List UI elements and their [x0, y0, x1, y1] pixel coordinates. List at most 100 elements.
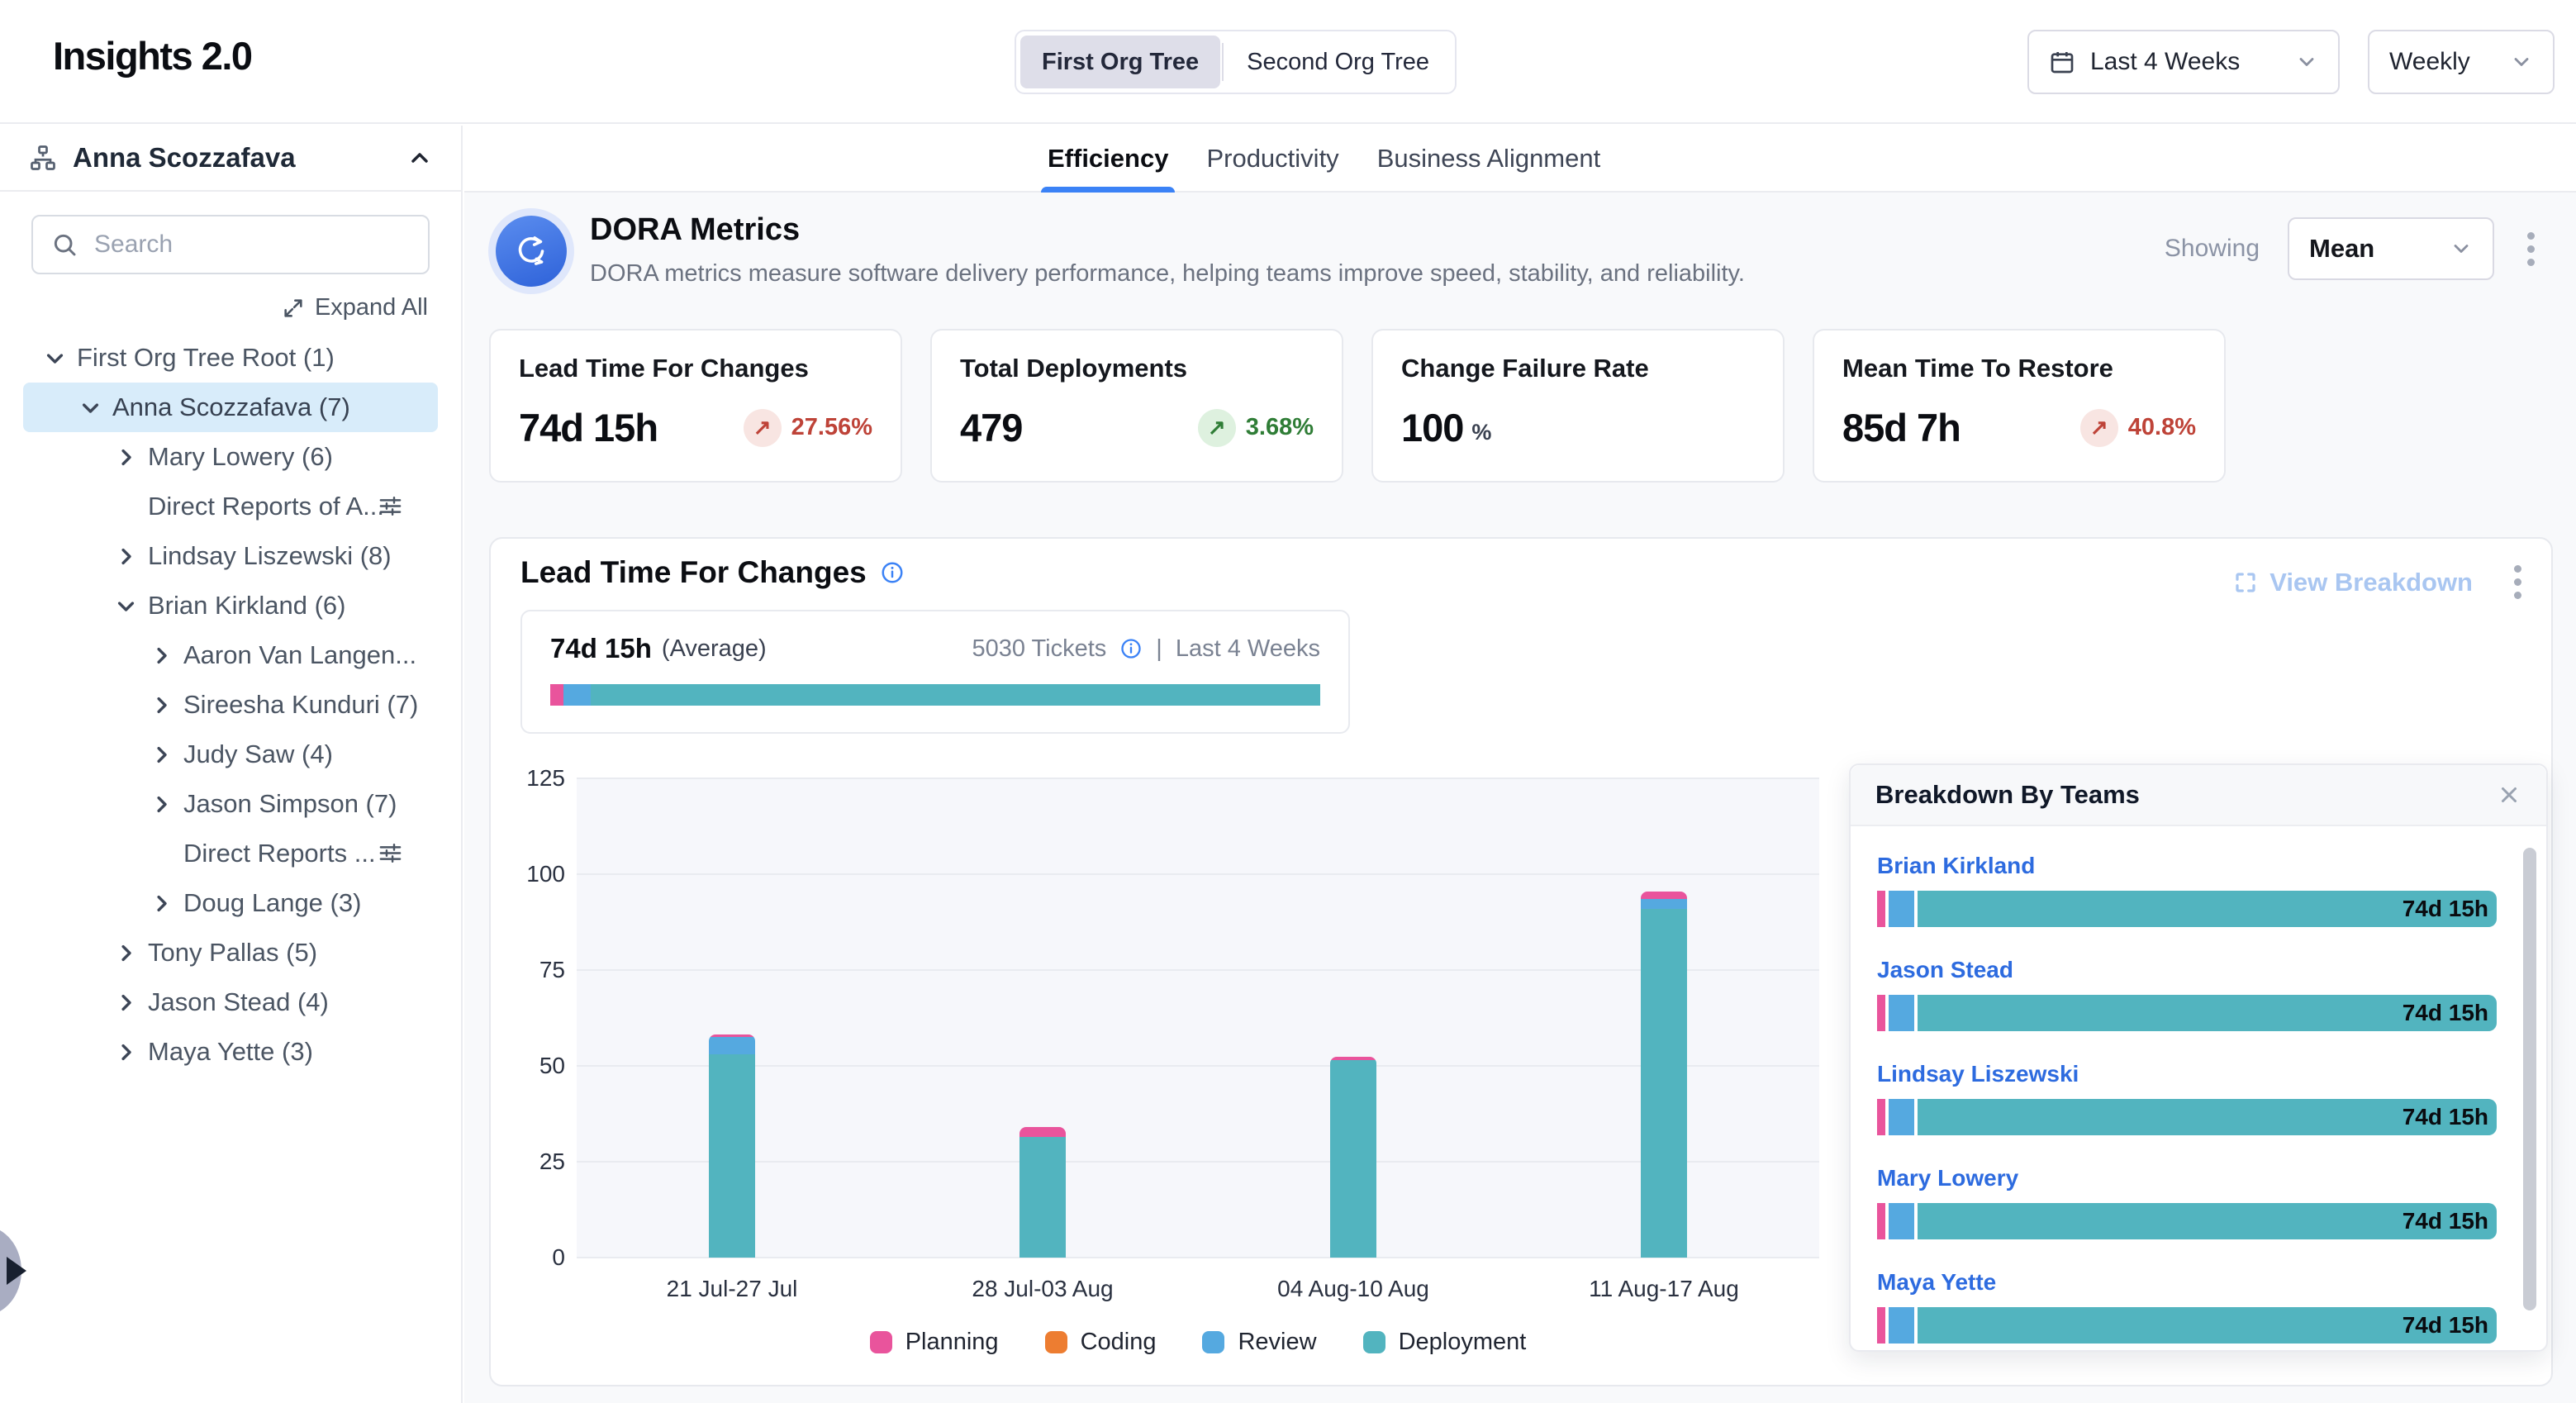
chart-bar-11-aug-17-aug[interactable]	[1641, 892, 1687, 1258]
lead-time-more-menu-button[interactable]	[2509, 560, 2526, 604]
tree-item-maya-yette-3[interactable]: Maya Yette (3)	[0, 1027, 461, 1077]
granularity-select[interactable]: Weekly	[2368, 30, 2555, 94]
breakdown-team-link[interactable]: Mary Lowery	[1877, 1165, 2497, 1191]
tree-item-direct-reports-of-a[interactable]: Direct Reports of A...	[0, 482, 461, 531]
main-tab-bar: Efficiency Productivity Business Alignme…	[464, 126, 2576, 193]
chevron-right-icon[interactable]	[150, 694, 183, 716]
tree-item-doug-lange-3[interactable]: Doug Lange (3)	[0, 878, 461, 928]
tree-item-direct-reports[interactable]: Direct Reports ...	[0, 829, 461, 878]
info-icon[interactable]	[880, 560, 905, 585]
chevron-right-icon[interactable]	[115, 942, 148, 964]
breakdown-row-lindsay-liszewski: Lindsay Liszewski74d 15h	[1877, 1061, 2497, 1135]
y-tick-label: 100	[526, 861, 565, 887]
scrollbar-thumb[interactable]	[2523, 848, 2536, 1310]
y-tick-label: 125	[526, 765, 565, 792]
sidebar-user-name: Anna Scozzafava	[73, 142, 392, 174]
metric-delta-value: 40.8%	[2128, 414, 2196, 441]
metric-card-change-failure-rate: Change Failure Rate100%	[1371, 329, 1785, 483]
chevron-right-icon[interactable]	[115, 545, 148, 568]
dora-cycle-icon	[496, 216, 567, 287]
breakdown-row-jason-stead: Jason Stead 74d 15h	[1877, 957, 2497, 1031]
chevron-right-icon[interactable]	[115, 446, 148, 468]
bar-segment-review	[709, 1037, 755, 1054]
chevron-down-icon[interactable]	[44, 347, 77, 369]
insights-app: Insights 2.0 First Org Tree Second Org T…	[0, 0, 2576, 1403]
tab-productivity[interactable]: Productivity	[1206, 126, 1338, 191]
breakdown-panel-header: Breakdown By Teams	[1851, 765, 2546, 826]
toggle-first-org-tree[interactable]: First Org Tree	[1020, 36, 1220, 88]
granularity-value: Weekly	[2389, 48, 2470, 76]
sidebar-user-row[interactable]: Anna Scozzafava	[0, 126, 461, 192]
legend-label: Deployment	[1399, 1329, 1527, 1356]
close-icon[interactable]	[2497, 782, 2521, 807]
dora-more-menu-button[interactable]	[2522, 227, 2540, 271]
metric-value: 479	[960, 405, 1022, 450]
chart-bar-28-jul-03-aug[interactable]	[1019, 1127, 1066, 1258]
chevron-right-icon[interactable]	[150, 892, 183, 915]
tree-item-label: Sireesha Kunduri (7)	[183, 690, 418, 720]
average-suffix: (Average)	[662, 635, 767, 663]
tree-item-aaron-van-langen[interactable]: Aaron Van Langen...	[0, 630, 461, 680]
aggregation-select[interactable]: Mean	[2288, 217, 2494, 280]
chart-x-axis: 21 Jul-27 Jul28 Jul-03 Aug04 Aug-10 Aug1…	[577, 1276, 1819, 1309]
breakdown-team-link[interactable]: Jason Stead	[1877, 957, 2497, 983]
metric-card-mean-time-to-restore: Mean Time To Restore85d 7h↗40.8%	[1813, 329, 2226, 483]
breakdown-team-link[interactable]: Maya Yette	[1877, 1269, 2497, 1296]
metric-unit: %	[1471, 420, 1491, 445]
tree-item-judy-saw-4[interactable]: Judy Saw (4)	[0, 730, 461, 779]
metric-delta: ↗40.8%	[2080, 409, 2196, 447]
breakdown-by-teams-panel: Breakdown By Teams Brian Kirkland 74d 15h…	[1849, 763, 2548, 1352]
chevron-right-icon[interactable]	[115, 992, 148, 1014]
tree-item-first-org-tree-root-1[interactable]: First Org Tree Root (1)	[0, 333, 461, 383]
metric-value: 74d 15h	[519, 405, 658, 450]
tree-item-label: Aaron Van Langen...	[183, 640, 416, 670]
gridline	[577, 1257, 1819, 1258]
view-breakdown-button[interactable]: View Breakdown	[2233, 568, 2473, 597]
breakdown-bar-segment-planning	[1877, 1307, 1885, 1344]
legend-item-review[interactable]: Review	[1202, 1329, 1316, 1356]
tree-item-sireesha-kunduri-7[interactable]: Sireesha Kunduri (7)	[0, 680, 461, 730]
filter-sliders-icon[interactable]	[378, 493, 403, 519]
chevron-up-icon[interactable]	[406, 145, 433, 171]
tree-item-lindsay-liszewski-8[interactable]: Lindsay Liszewski (8)	[0, 531, 461, 581]
legend-item-deployment[interactable]: Deployment	[1363, 1329, 1527, 1356]
tree-item-tony-pallas-5[interactable]: Tony Pallas (5)	[0, 928, 461, 977]
expand-all-button[interactable]: Expand All	[0, 294, 428, 321]
chart-bar-21-jul-27-jul[interactable]	[709, 1034, 755, 1258]
x-tick-label: 21 Jul-27 Jul	[667, 1276, 798, 1302]
breakdown-stacked-bar: 74d 15h	[1877, 995, 2497, 1031]
tree-item-brian-kirkland-6[interactable]: Brian Kirkland (6)	[0, 581, 461, 630]
average-bar-segment-planning	[550, 684, 563, 706]
chevron-down-icon[interactable]	[115, 595, 148, 617]
search-input[interactable]	[93, 230, 415, 259]
breakdown-team-link[interactable]: Brian Kirkland	[1877, 853, 2497, 879]
chevron-right-icon[interactable]	[150, 744, 183, 766]
chevron-right-icon[interactable]	[150, 793, 183, 816]
info-icon[interactable]	[1119, 637, 1143, 660]
chevron-down-icon[interactable]	[79, 397, 112, 419]
org-chart-icon	[28, 143, 58, 173]
tab-efficiency[interactable]: Efficiency	[1048, 126, 1168, 191]
tree-item-label: First Org Tree Root (1)	[77, 343, 335, 373]
tree-item-anna-scozzafava-7[interactable]: Anna Scozzafava (7)	[23, 383, 438, 432]
tree-item-mary-lowery-6[interactable]: Mary Lowery (6)	[0, 432, 461, 482]
date-range-select[interactable]: Last 4 Weeks	[2027, 30, 2340, 94]
filter-sliders-icon[interactable]	[378, 840, 403, 866]
chevron-right-icon[interactable]	[150, 644, 183, 667]
tree-item-jason-stead-4[interactable]: Jason Stead (4)	[0, 977, 461, 1027]
tab-business-alignment[interactable]: Business Alignment	[1377, 126, 1601, 191]
breakdown-row-maya-yette: Maya Yette74d 15h	[1877, 1269, 2497, 1344]
tree-item-label: Anna Scozzafava (7)	[112, 392, 350, 422]
org-tree: First Org Tree Root (1) Anna Scozzafava (…	[0, 333, 461, 1077]
tree-item-jason-simpson-7[interactable]: Jason Simpson (7)	[0, 779, 461, 829]
chevron-right-icon[interactable]	[115, 1041, 148, 1063]
lead-time-chart	[577, 778, 1819, 1258]
legend-item-coding[interactable]: Coding	[1045, 1329, 1157, 1356]
x-tick-label: 04 Aug-10 Aug	[1277, 1276, 1429, 1302]
legend-item-planning[interactable]: Planning	[870, 1329, 999, 1356]
expand-all-label: Expand All	[315, 294, 428, 321]
breakdown-team-link[interactable]: Lindsay Liszewski	[1877, 1061, 2497, 1087]
toggle-second-org-tree[interactable]: Second Org Tree	[1225, 36, 1451, 88]
chart-bar-04-aug-10-aug[interactable]	[1330, 1057, 1376, 1258]
gridline	[577, 873, 1819, 875]
